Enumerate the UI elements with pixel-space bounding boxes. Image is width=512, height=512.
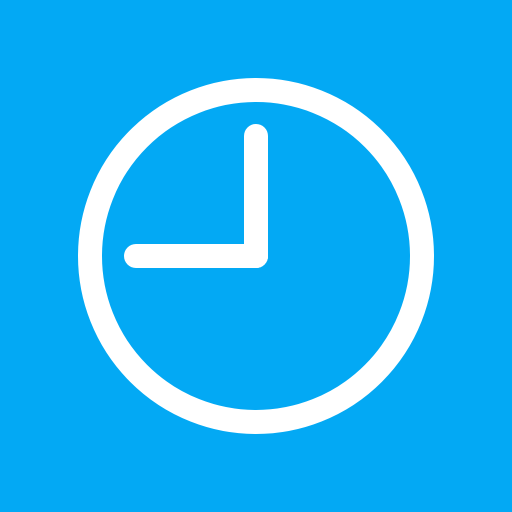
clock-icon — [0, 0, 512, 512]
clock-app-icon[interactable] — [0, 0, 512, 512]
hand-joint — [244, 244, 268, 268]
